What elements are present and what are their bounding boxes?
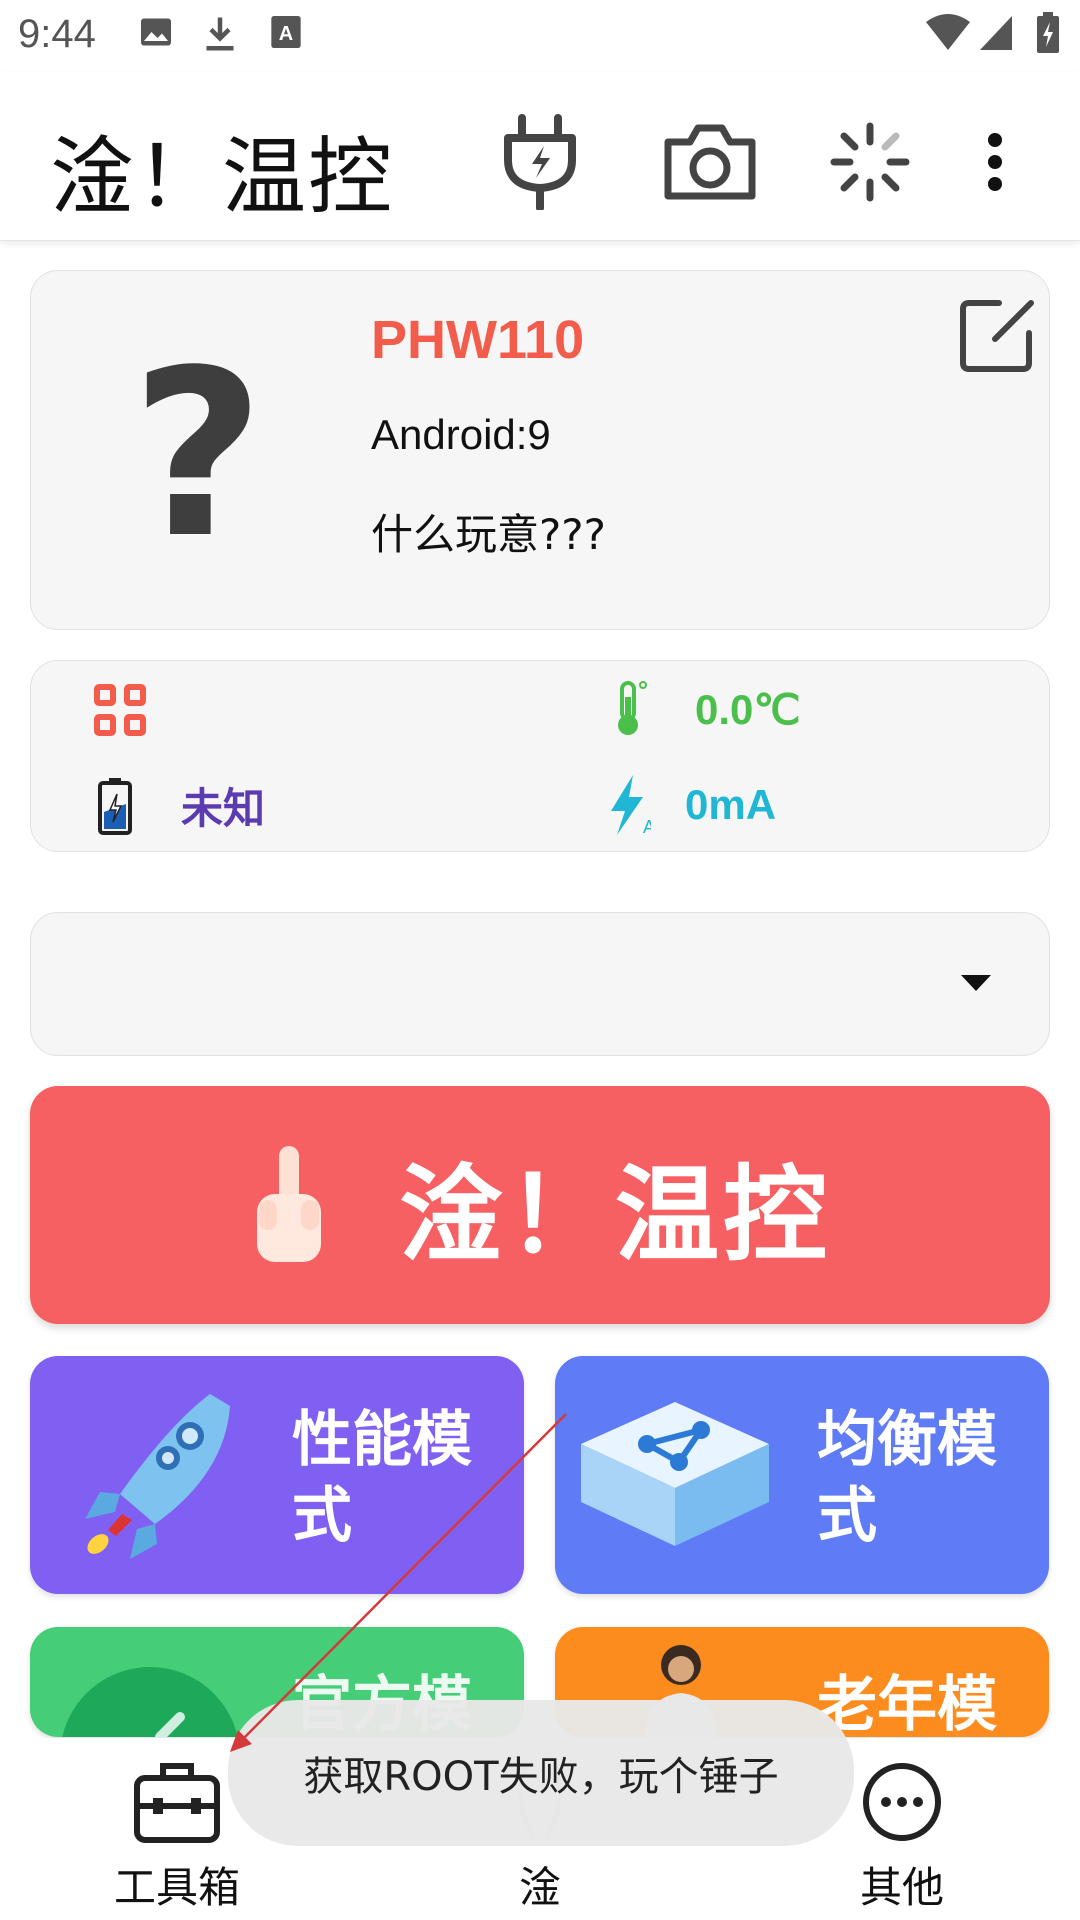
plug-button[interactable] [485, 112, 595, 212]
stat-battery: 未知 [97, 775, 265, 836]
toast-message: 获取ROOT失败，玩个锤子 [228, 1700, 854, 1846]
status-bar: 9:44 A [0, 0, 1080, 72]
dropdown-arrow-icon [961, 975, 991, 991]
middle-finger-icon [256, 1146, 321, 1262]
more-horiz-icon [863, 1763, 941, 1841]
android-version: Android:9 [371, 411, 551, 458]
edit-button[interactable] [959, 297, 1035, 377]
camera-button[interactable] [655, 112, 765, 212]
spinner-icon [830, 122, 910, 202]
battery-icon [98, 777, 132, 835]
device-description: 什么玩意??? [371, 510, 606, 559]
battery-charging-icon [1036, 12, 1060, 63]
stat-current: A 0mA [607, 773, 776, 837]
more-vert-icon [988, 133, 1002, 191]
nav-toolbox-label: 工具箱 [114, 1863, 241, 1912]
nav-others[interactable]: 其他 [860, 1758, 944, 1915]
stats-card: 0.0℃ 未知 A 0mA [30, 660, 1050, 852]
loading-button[interactable] [815, 112, 925, 212]
main-temp-control-button[interactable]: 淦！温控 [30, 1086, 1050, 1324]
app-bar: 淦！温控 [0, 72, 1080, 241]
thermometer-icon [618, 681, 647, 735]
battery-status: 未知 [181, 785, 266, 832]
performance-mode-label: 性能模式 [292, 1405, 472, 1551]
signal-icon [978, 14, 1014, 61]
download-notification-icon [202, 14, 238, 63]
svg-text:A: A [279, 23, 293, 45]
current-icon: A [611, 775, 651, 837]
edit-icon [960, 300, 1034, 372]
app-notification-icon: A [270, 14, 302, 59]
nav-center-label: 淦 [518, 1863, 561, 1912]
balanced-mode-label: 均衡模式 [817, 1405, 997, 1551]
official-mode-icon [62, 1667, 238, 1737]
more-options-button[interactable] [960, 112, 1030, 212]
main-button-label: 淦！温控 [398, 1153, 831, 1276]
device-model: PHW110 [371, 310, 585, 370]
nav-toolbox[interactable]: 工具箱 [114, 1758, 240, 1915]
toolbox-icon [134, 1763, 220, 1843]
plug-icon [504, 114, 576, 210]
current-value: 0mA [685, 781, 777, 828]
temperature-value: 0.0℃ [695, 685, 801, 733]
balanced-mode-button[interactable]: 均衡模式 [555, 1356, 1049, 1594]
svg-text:A: A [643, 817, 651, 837]
unknown-device-icon: ? [131, 322, 265, 589]
nav-others-label: 其他 [860, 1863, 945, 1912]
network-box-icon [581, 1402, 769, 1546]
device-info-card: ? PHW110 Android:9 什么玩意??? [30, 270, 1050, 630]
image-notification-icon [138, 14, 174, 59]
rocket-icon [85, 1394, 230, 1559]
camera-icon [664, 124, 756, 200]
app-title: 淦！温控 [50, 128, 395, 226]
elderly-mode-label: 老年模 [817, 1670, 997, 1737]
grid-icon [94, 684, 146, 736]
stat-temperature: 0.0℃ [609, 679, 801, 739]
wifi-icon [924, 12, 972, 61]
status-time: 9:44 [18, 12, 96, 56]
mode-dropdown[interactable] [30, 912, 1050, 1056]
stat-apps [93, 683, 147, 737]
performance-mode-button[interactable]: 性能模式 [30, 1356, 524, 1594]
